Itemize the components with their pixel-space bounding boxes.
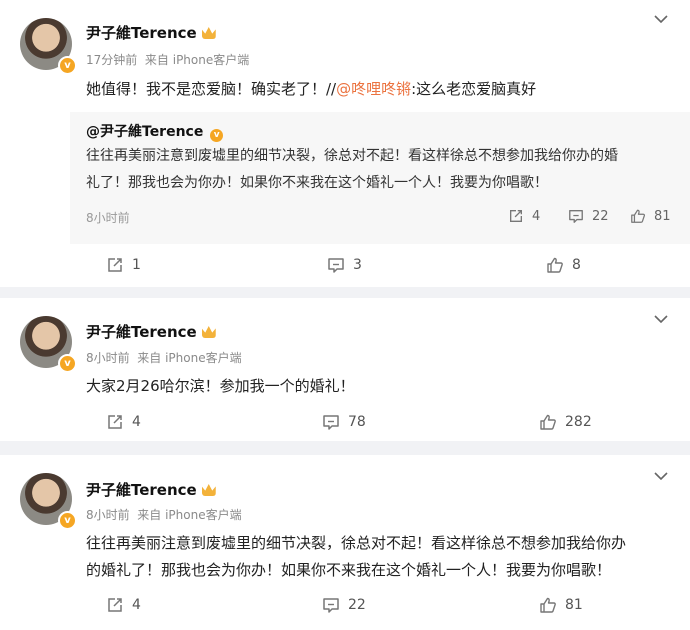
- quoted-like-button[interactable]: 81: [630, 208, 671, 224]
- comment-icon: [323, 415, 339, 430]
- post-meta: 8小时前 来自 iPhone客户端: [86, 506, 242, 523]
- repost-icon: [510, 210, 522, 222]
- repost-count: 4: [132, 414, 141, 430]
- post-source: 来自 iPhone客户端: [137, 508, 242, 522]
- user-name[interactable]: 尹子維Terence: [86, 479, 216, 500]
- quoted-time[interactable]: 8小时前: [86, 209, 130, 226]
- repost-button[interactable]: 1: [106, 256, 141, 274]
- post-card: v 尹子維Terence 17分钟前 来自 iPhone客户端 她值得！我不是恋…: [0, 0, 690, 287]
- quoted-author-text[interactable]: @尹子維Terence: [86, 124, 203, 140]
- comment-button[interactable]: 22: [322, 596, 366, 614]
- comment-button[interactable]: 78: [322, 413, 366, 431]
- quoted-text-line: 礼了！那我也会为你办！如果你不来我在这个婚礼一个人！我要为你唱歌！: [86, 175, 548, 191]
- post-meta: 17分钟前 来自 iPhone客户端: [86, 51, 249, 68]
- quoted-text: 往往再美丽注意到废墟里的细节决裂，徐总对不起！看这样徐总不想参加我给你办的婚 礼…: [86, 143, 676, 197]
- verified-badge-icon: v: [210, 129, 224, 142]
- like-count: 8: [572, 257, 581, 273]
- like-icon: [540, 597, 556, 613]
- user-name[interactable]: 尹子維Terence: [86, 22, 216, 43]
- verified-badge-icon: v: [58, 56, 77, 75]
- user-name-text[interactable]: 尹子維Terence: [86, 481, 197, 499]
- post-text-line: 的婚礼了！那我也会为你办！如果你不来我在这个婚礼一个人！我要为你唱歌！: [86, 561, 612, 579]
- post-meta: 8小时前 来自 iPhone客户端: [86, 349, 242, 366]
- post-time[interactable]: 8小时前: [86, 351, 130, 365]
- comment-count: 22: [592, 208, 609, 224]
- comment-button[interactable]: 3: [327, 256, 362, 274]
- crown-icon: [201, 484, 216, 496]
- like-button[interactable]: 8: [546, 256, 581, 274]
- post-time[interactable]: 8小时前: [86, 508, 130, 522]
- repost-icon: [108, 415, 122, 429]
- verified-badge-icon: v: [58, 354, 77, 373]
- like-button[interactable]: 81: [539, 596, 583, 614]
- comment-icon: [323, 598, 339, 613]
- like-count: 81: [654, 208, 671, 224]
- post-text-part: :这么老恋爱脑真好: [411, 80, 537, 98]
- quoted-text-line: 往往再美丽注意到废墟里的细节决裂，徐总对不起！看这样徐总不想参加我给你办的婚: [86, 148, 618, 164]
- repost-button[interactable]: 4: [106, 596, 141, 614]
- comment-count: 3: [353, 257, 362, 273]
- like-count: 81: [565, 597, 583, 613]
- chevron-down-icon[interactable]: [654, 315, 668, 323]
- repost-icon: [108, 258, 122, 272]
- like-count: 282: [565, 414, 592, 430]
- quoted-comment-button[interactable]: 22: [568, 208, 609, 224]
- like-button[interactable]: 282: [539, 413, 592, 431]
- mention-link[interactable]: @咚哩咚锵: [336, 80, 411, 98]
- chevron-down-icon[interactable]: [654, 472, 668, 480]
- user-name[interactable]: 尹子維Terence: [86, 321, 216, 342]
- post-time[interactable]: 17分钟前: [86, 53, 137, 67]
- post-text: 往往再美丽注意到废墟里的细节决裂，徐总对不起！看这样徐总不想参加我给你办 的婚礼…: [86, 530, 676, 584]
- user-name-text[interactable]: 尹子維Terence: [86, 323, 197, 341]
- post-text: 大家2月26哈尔滨！参加我一个的婚礼！: [86, 377, 355, 395]
- post-text-part: 她值得！我不是恋爱脑！确实老了！//: [86, 80, 337, 98]
- repost-count: 4: [532, 208, 541, 224]
- like-icon: [547, 257, 563, 273]
- comment-count: 78: [348, 414, 366, 430]
- post-source: 来自 iPhone客户端: [144, 53, 250, 67]
- repost-icon: [108, 598, 122, 612]
- post-card: v 尹子維Terence 8小时前 来自 iPhone客户端 往往再美丽注意到废…: [0, 455, 690, 630]
- repost-count: 4: [132, 597, 141, 613]
- repost-count: 1: [132, 257, 141, 273]
- crown-icon: [201, 326, 216, 338]
- post-text-line: 往往再美丽注意到废墟里的细节决裂，徐总对不起！看这样徐总不想参加我给你办: [86, 534, 627, 552]
- verified-badge-icon: v: [58, 511, 77, 530]
- quoted-post[interactable]: @尹子維Terence v 往往再美丽注意到废墟里的细节决裂，徐总对不起！看这样…: [70, 112, 690, 244]
- post-card: v 尹子維Terence 8小时前 来自 iPhone客户端 大家2月26哈尔滨…: [0, 298, 690, 441]
- comment-count: 22: [348, 597, 366, 613]
- post-text: 她值得！我不是恋爱脑！确实老了！//@咚哩咚锵:这么老恋爱脑真好: [86, 76, 536, 103]
- quoted-repost-button[interactable]: 4: [508, 208, 540, 224]
- chevron-down-icon[interactable]: [654, 15, 668, 23]
- comment-icon: [328, 258, 344, 273]
- like-icon: [540, 414, 556, 430]
- user-name-text[interactable]: 尹子維Terence: [86, 24, 197, 42]
- comment-icon: [569, 210, 583, 223]
- crown-icon: [201, 27, 216, 39]
- like-icon: [631, 209, 646, 223]
- repost-button[interactable]: 4: [106, 413, 141, 431]
- post-source: 来自 iPhone客户端: [137, 351, 242, 365]
- quoted-author[interactable]: @尹子維Terence v: [86, 121, 224, 142]
